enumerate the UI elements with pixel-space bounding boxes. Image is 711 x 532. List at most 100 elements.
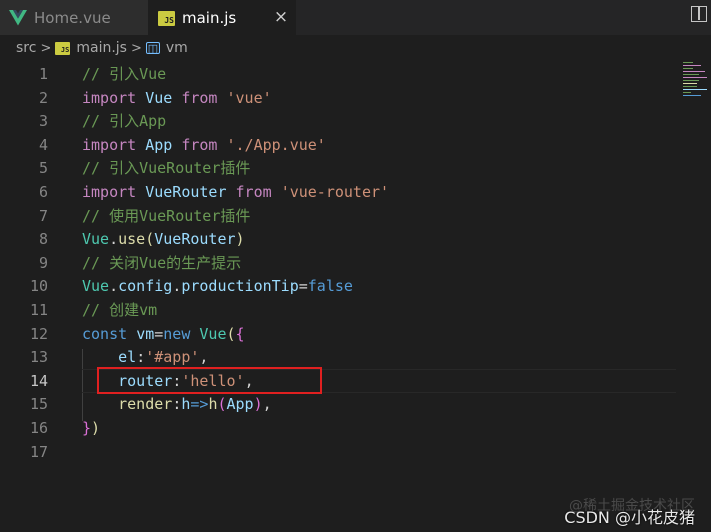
close-icon[interactable]: × (273, 9, 289, 26)
breadcrumb-symbol[interactable]: vm (166, 40, 188, 56)
split-editor-icon[interactable] (691, 6, 707, 22)
line-number: 5 (38, 159, 48, 178)
code-token: ) (253, 395, 263, 414)
code-line[interactable]: 15 render:h=>h(App), (0, 392, 690, 416)
code-line[interactable]: 5 // 引入VueRouter插件 (0, 156, 690, 180)
line-number: 1 (38, 65, 48, 83)
code-token: => (190, 395, 209, 414)
line-number: 7 (38, 206, 48, 225)
code-text: // 引入VueRouter插件 (82, 156, 250, 180)
tab-bar: Home.vue JS main.js × (0, 0, 711, 35)
code-line[interactable]: 17 (0, 440, 690, 464)
line-number: 16 (29, 419, 48, 437)
code-token: ) (235, 230, 245, 249)
code-token: . (109, 230, 119, 249)
code-token: // 关闭Vue的生产提示 (82, 253, 242, 272)
line-number: 3 (38, 112, 48, 131)
breadcrumb-folder[interactable]: src (16, 40, 36, 56)
code-token: // 引入VueRouter插件 (82, 159, 251, 178)
breadcrumb-file[interactable]: main.js (76, 40, 127, 56)
code-line[interactable]: 3 // 引入App (0, 109, 690, 133)
highlight-box (97, 367, 322, 394)
tab-label: main.js (182, 9, 237, 27)
code-line[interactable]: 7 // 使用VueRouter插件 (0, 204, 690, 228)
code-token: 'vue' (226, 88, 272, 107)
line-number: 11 (29, 301, 48, 319)
line-number: 8 (38, 230, 48, 249)
code-token: from (235, 183, 272, 201)
line-number: 4 (38, 135, 48, 154)
code-editor[interactable]: 1 // 引入Vue 2 import Vue from 'vue' 3 // 引入App… (0, 61, 711, 532)
code-token: App (226, 395, 254, 414)
code-token: ( (226, 324, 236, 343)
code-token: el (118, 348, 137, 367)
code-line[interactable]: 11 // 创建vm (0, 298, 690, 322)
code-text: Vue.use(VueRouter) (82, 227, 245, 251)
code-text: // 引入Vue (82, 62, 166, 86)
chevron-right-icon: > (40, 40, 52, 56)
line-number: 10 (29, 277, 48, 296)
line-number: 9 (38, 253, 48, 272)
code-line[interactable]: 1 // 引入Vue (0, 62, 690, 86)
code-token: // 创建vm (82, 301, 158, 319)
code-token: const (82, 324, 128, 343)
js-icon: JS (55, 41, 71, 55)
code-token: . (109, 277, 119, 296)
tab-home-vue[interactable]: Home.vue (0, 0, 148, 35)
code-text: Vue.config.productionTip=false (82, 274, 353, 298)
code-token: Vue (199, 324, 227, 343)
code-line[interactable]: 10 Vue.config.productionTip=false (0, 274, 690, 298)
code-token: VueRouter (154, 230, 236, 249)
code-token: { (235, 324, 245, 343)
code-line[interactable]: 9 // 关闭Vue的生产提示 (0, 251, 690, 275)
code-text: // 引入App (82, 109, 166, 133)
code-text: // 创建vm (82, 298, 157, 322)
code-line[interactable]: 2 import Vue from 'vue' (0, 86, 690, 110)
tab-label: Home.vue (34, 8, 111, 27)
vue-icon (9, 9, 27, 25)
code-text: }) (82, 416, 100, 440)
code-text: const vm=new Vue({ (82, 322, 245, 346)
code-token: new (163, 324, 191, 343)
code-token: ( (217, 395, 227, 414)
code-line[interactable]: 6 import VueRouter from 'vue-router' (0, 180, 690, 204)
code-token: : (172, 395, 182, 414)
code-text: // 关闭Vue的生产提示 (82, 251, 241, 275)
code-token: from (181, 135, 218, 154)
code-token: false (307, 277, 353, 296)
code-token: // 引入App (82, 112, 167, 131)
code-line[interactable]: 12 const vm=new Vue({ (0, 322, 690, 346)
tab-main-js[interactable]: JS main.js × (148, 0, 296, 35)
code-token: Vue (145, 88, 173, 107)
code-token: './App.vue' (226, 135, 326, 154)
code-token: : (136, 348, 146, 367)
code-token: , (199, 348, 209, 367)
code-token: use (118, 230, 146, 249)
line-number: 12 (29, 324, 48, 343)
line-number: 13 (29, 348, 48, 367)
code-token: VueRouter (145, 183, 227, 201)
code-text: import VueRouter from 'vue-router' (82, 180, 389, 204)
line-number: 6 (38, 183, 48, 201)
code-line[interactable]: 4 import App from './App.vue' (0, 133, 690, 157)
code-line[interactable]: 8 Vue.use(VueRouter) (0, 227, 690, 251)
code-token: config (118, 277, 173, 296)
watermark-front: CSDN @小花皮猪 (564, 508, 695, 527)
minimap[interactable] (683, 62, 709, 100)
breadcrumb: src > JS main.js > ◫ vm (0, 35, 711, 61)
code-text: render:h=>h(App), (82, 392, 272, 416)
code-token: // 引入Vue (82, 65, 167, 83)
code-token: ( (145, 230, 155, 249)
code-line[interactable]: 13 el:'#app', (0, 345, 690, 369)
code-line[interactable]: 16}) (0, 416, 690, 440)
